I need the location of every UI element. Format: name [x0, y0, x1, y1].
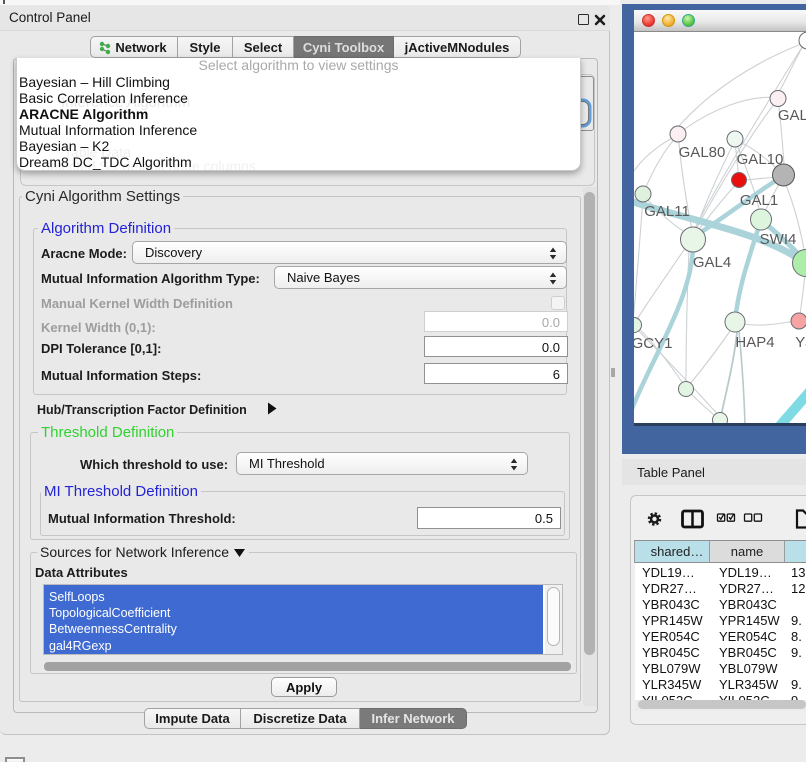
- svg-text:YJ: YJ: [795, 334, 806, 351]
- svg-text:GAL7: GAL7: [778, 107, 806, 124]
- svg-text:GCY1: GCY1: [634, 335, 672, 352]
- svg-text:GAL10: GAL10: [737, 151, 784, 168]
- svg-text:HAP4: HAP4: [735, 334, 774, 351]
- svg-text:GAL11: GAL11: [644, 203, 690, 220]
- svg-text:GAL1: GAL1: [740, 192, 778, 209]
- svg-text:SWI4: SWI4: [760, 231, 797, 248]
- svg-text:GAL80: GAL80: [679, 144, 726, 161]
- svg-text:GAL4: GAL4: [693, 254, 731, 271]
